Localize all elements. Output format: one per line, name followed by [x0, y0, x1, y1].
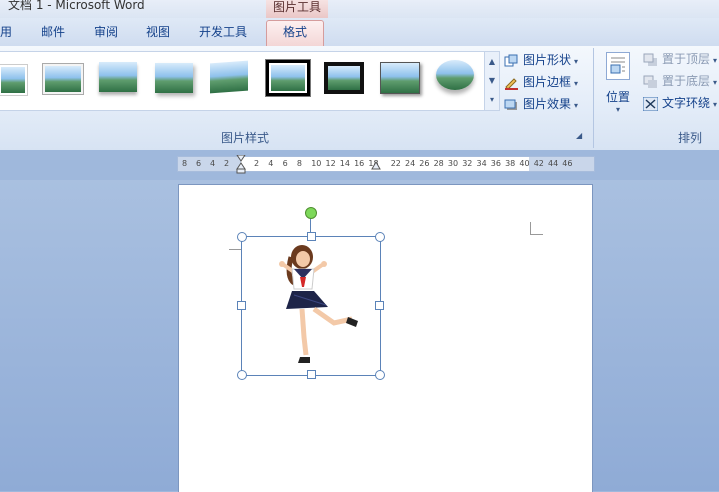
- send-to-back-button[interactable]: 置于底层 ▾: [643, 72, 717, 92]
- gallery-scroll-up[interactable]: ▲: [485, 52, 499, 71]
- gallery-scroll-down[interactable]: ▼: [485, 71, 499, 90]
- ruler-number: 4: [268, 159, 274, 168]
- resize-handle-e[interactable]: [375, 301, 384, 310]
- ruler-number: 38: [505, 159, 516, 168]
- ruler-number: 6: [196, 159, 202, 168]
- picture-style-thumb[interactable]: [324, 62, 364, 94]
- ruler-number: 26: [419, 159, 430, 168]
- ruler-number: 22: [390, 159, 401, 168]
- position-button[interactable]: 位置 ▾: [601, 52, 635, 118]
- picture-style-thumb[interactable]: [99, 62, 137, 92]
- picture-shape-button[interactable]: 图片形状 ▾: [504, 51, 578, 71]
- send-back-icon: [643, 75, 658, 89]
- ruler-number: 12: [325, 159, 336, 168]
- group-label-picture-styles: 图片样式: [220, 131, 269, 145]
- ruler-number: 14: [339, 159, 350, 168]
- picture-styles-dialog-launcher[interactable]: ◢: [576, 131, 582, 140]
- tab-review[interactable]: 审阅: [94, 24, 118, 44]
- group-label-arrange: 排列: [678, 131, 703, 145]
- bring-to-front-button[interactable]: 置于顶层 ▾: [643, 50, 717, 70]
- position-icon: [606, 52, 630, 80]
- picture-style-thumb[interactable]: [210, 60, 248, 94]
- ruler-number: 40: [519, 159, 530, 168]
- bring-front-icon: [643, 53, 658, 67]
- ruler-number: 46: [562, 159, 573, 168]
- resize-handle-n[interactable]: [307, 232, 316, 241]
- right-indent-marker[interactable]: [371, 159, 381, 171]
- picture-style-thumb[interactable]: [380, 62, 420, 94]
- resize-handle-se[interactable]: [375, 370, 385, 380]
- tab-view[interactable]: 视图: [146, 24, 170, 44]
- ruler-number: 8: [182, 159, 188, 168]
- contextual-tab-group-picture-tools: 图片工具: [266, 0, 328, 18]
- picture-style-thumb[interactable]: [0, 64, 28, 96]
- picture-effects-icon: [504, 98, 519, 112]
- resize-handle-w[interactable]: [237, 301, 246, 310]
- ruler-number: 32: [462, 159, 473, 168]
- ruler-number: 24: [405, 159, 416, 168]
- picture-style-thumb-selected[interactable]: [265, 59, 311, 97]
- resize-handle-ne[interactable]: [375, 232, 385, 242]
- picture-style-thumb[interactable]: [42, 63, 84, 95]
- first-line-indent-marker[interactable]: [236, 155, 246, 175]
- picture-border-button[interactable]: 图片边框 ▾: [504, 73, 578, 93]
- rotate-handle[interactable]: [305, 207, 317, 219]
- ruler-number: 36: [490, 159, 501, 168]
- picture-border-icon: [504, 76, 519, 90]
- resize-handle-sw[interactable]: [237, 370, 247, 380]
- ruler-number: 16: [354, 159, 365, 168]
- ruler-number: 42: [533, 159, 544, 168]
- tab-mailings[interactable]: 邮件: [41, 24, 65, 44]
- selected-picture[interactable]: [241, 236, 381, 376]
- text-wrap-icon: [642, 96, 659, 111]
- resize-handle-nw[interactable]: [237, 232, 247, 242]
- group-divider: [593, 48, 594, 148]
- ruler-number: 6: [282, 159, 288, 168]
- ruler-number: 2: [224, 159, 230, 168]
- picture-shape-icon: [504, 54, 519, 68]
- gallery-scrollbar[interactable]: ▲ ▼ ▾: [484, 51, 500, 111]
- ruler-number: 28: [433, 159, 444, 168]
- ruler-number: 10: [311, 159, 322, 168]
- window-title: 文档 1 - Microsoft Word: [8, 0, 145, 12]
- picture-style-thumb[interactable]: [436, 60, 474, 90]
- position-label: 位置: [605, 90, 630, 104]
- horizontal-ruler[interactable]: 8 6 4 2 2 4 6 8 10 12 14 16 18 22 24 26 28 30 32 34 36 38 40 42…: [177, 155, 595, 175]
- ruler-number: 30: [447, 159, 459, 168]
- tab-developer[interactable]: 开发工具: [199, 24, 247, 44]
- ruler-number: 4: [210, 159, 216, 168]
- ruler-number: 44: [548, 159, 559, 168]
- tab-references[interactable]: 用: [0, 24, 12, 44]
- ruler-number: 2: [254, 159, 260, 168]
- position-dropdown-arrow: ▾: [615, 105, 620, 114]
- resize-handle-s[interactable]: [307, 370, 316, 379]
- tab-format[interactable]: 格式: [266, 20, 324, 46]
- picture-effects-button[interactable]: 图片效果 ▾: [504, 95, 578, 115]
- margin-corner-mark: [530, 222, 543, 235]
- ruler-number: 34: [476, 159, 487, 168]
- picture-girl-figure: [279, 245, 358, 363]
- gallery-more[interactable]: ▾: [485, 90, 499, 109]
- picture-style-thumb[interactable]: [155, 63, 193, 93]
- text-wrapping-button[interactable]: 文字环绕 ▾: [642, 94, 717, 114]
- ribbon-tab-bar: 用 邮件 审阅 视图 开发工具: [0, 18, 719, 47]
- ruler-number: 8: [296, 159, 302, 168]
